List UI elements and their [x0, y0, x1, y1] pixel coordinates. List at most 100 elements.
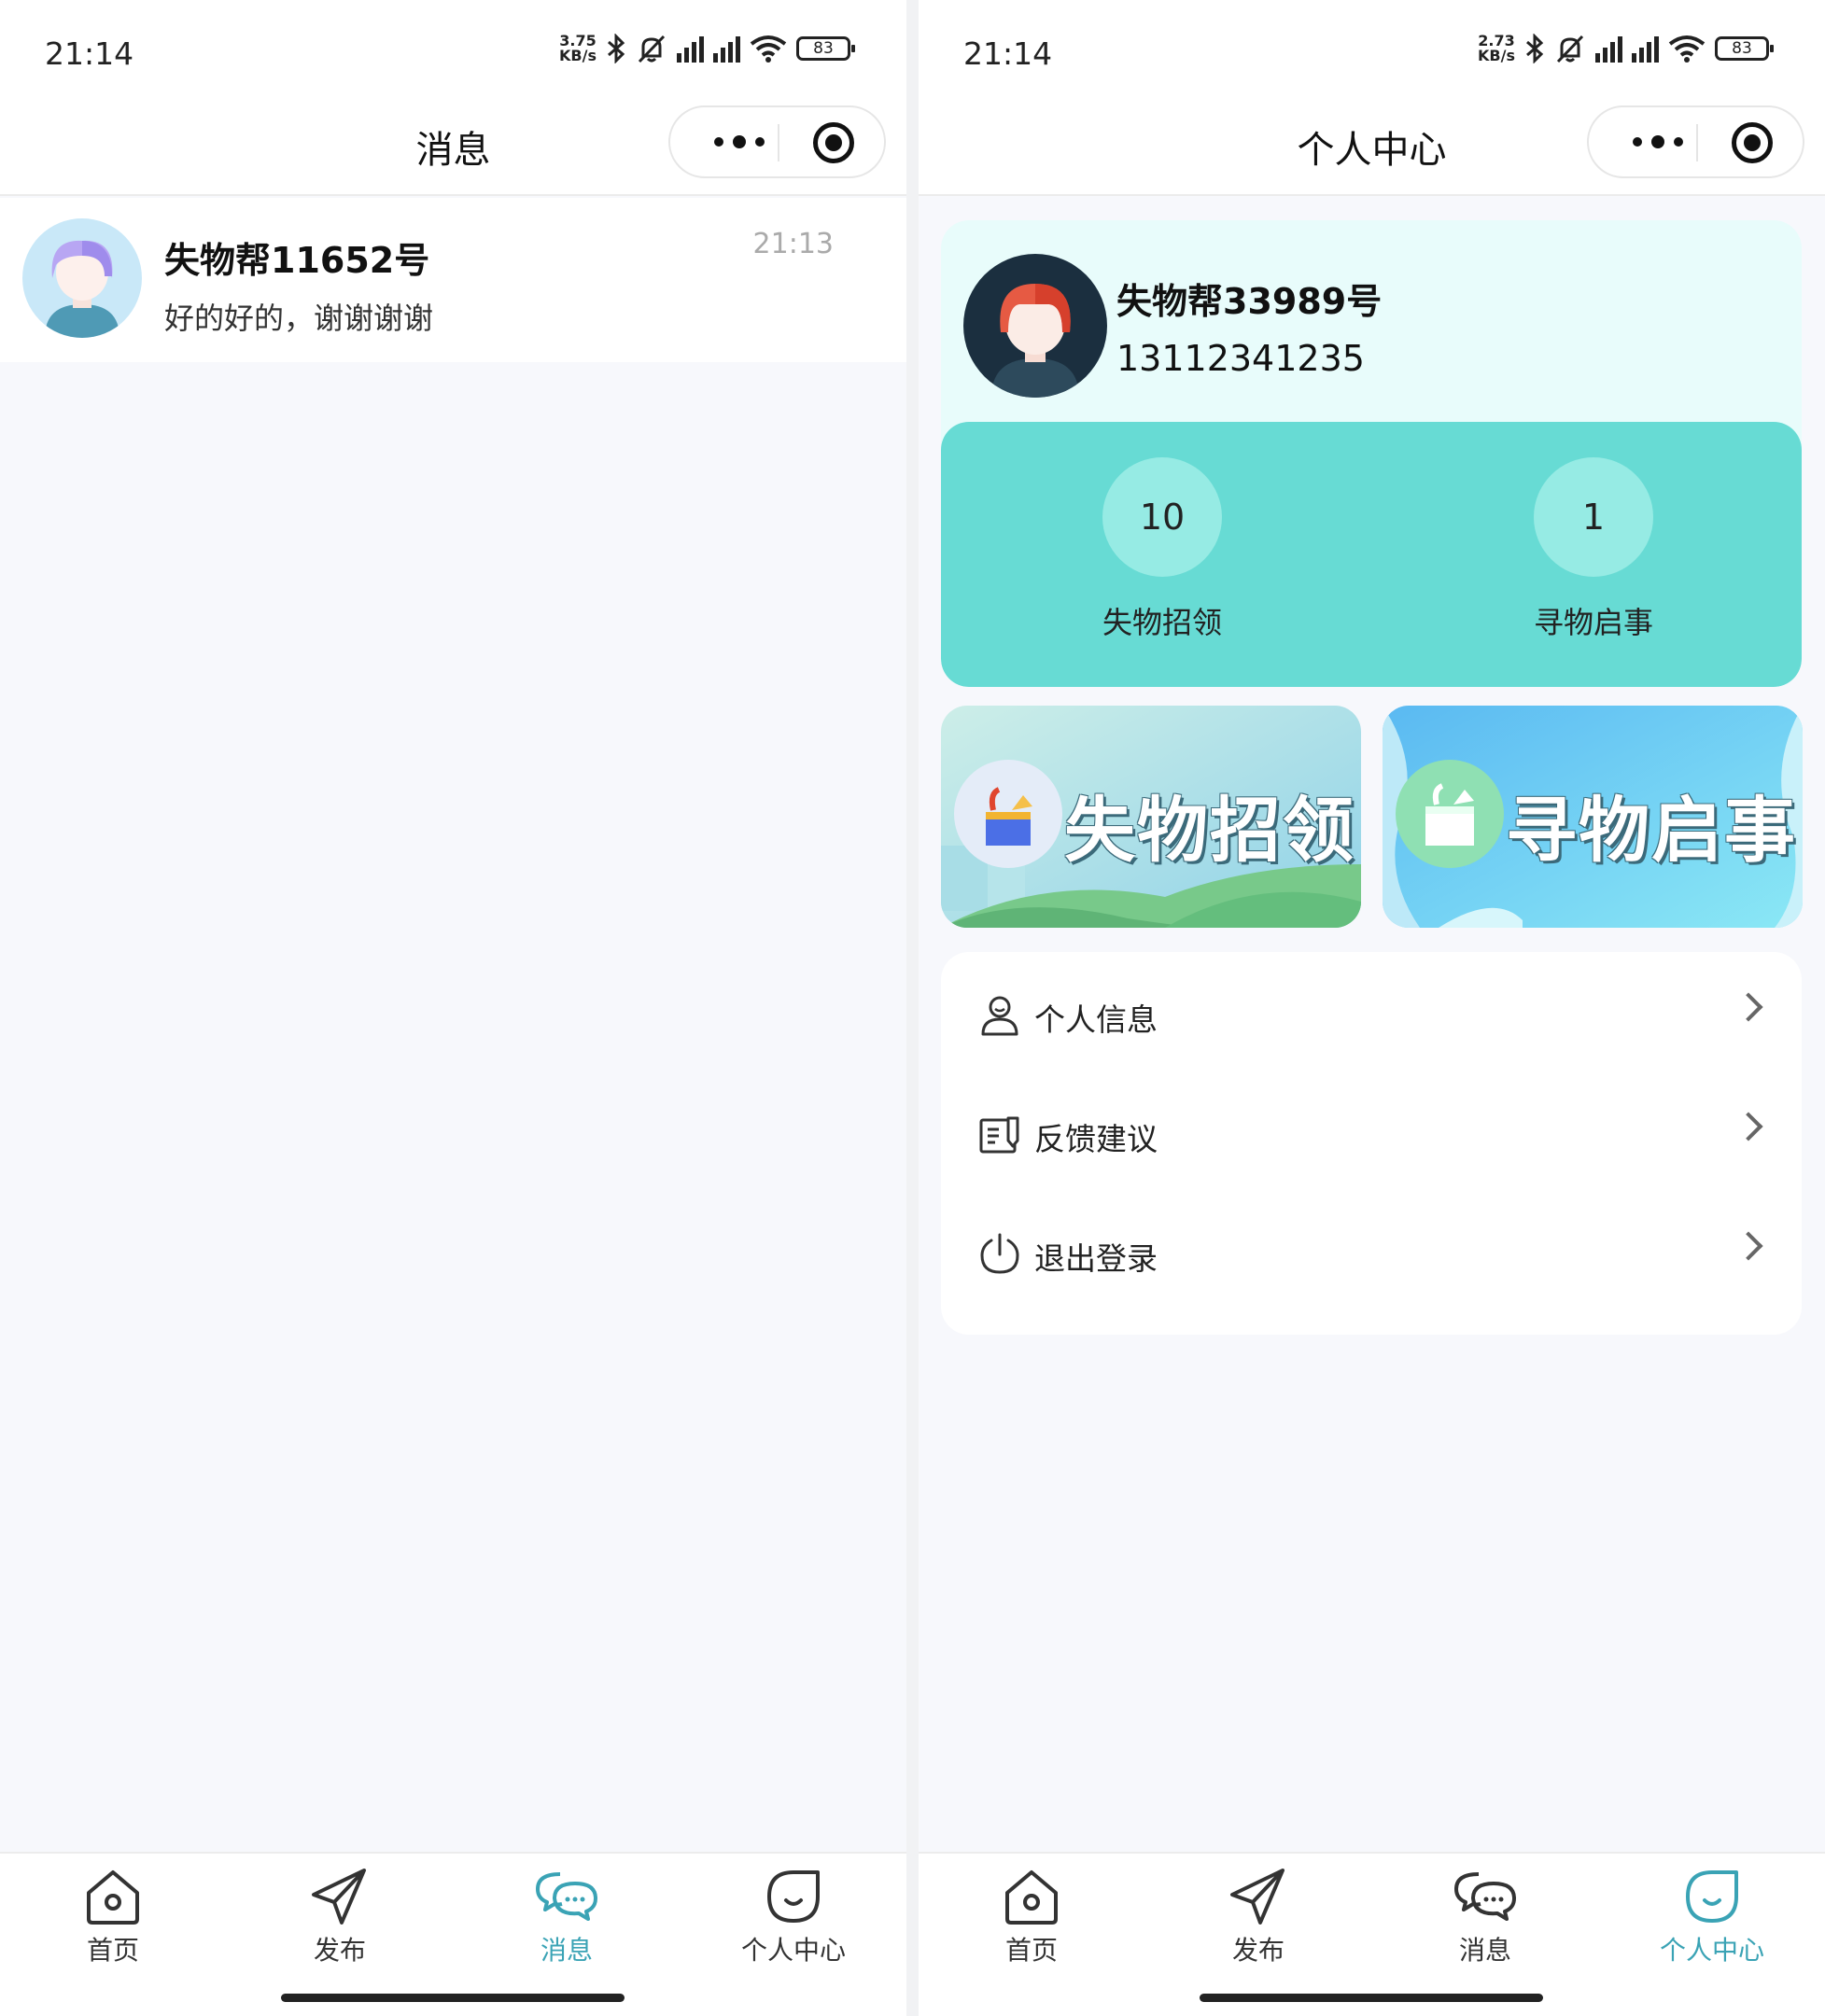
- capsule-divider: [1696, 124, 1698, 161]
- dot-icon: [733, 135, 746, 148]
- home-indicator[interactable]: [1200, 1994, 1543, 2002]
- network-speed: 3.75 KB/s: [559, 34, 597, 63]
- tab-label: 消息: [540, 1935, 593, 1966]
- power-icon: [980, 1233, 1019, 1274]
- chat-bubbles-icon: [1454, 1872, 1516, 1921]
- tab-bar: 首页 发布 消息 个人中心: [919, 1852, 1825, 2016]
- close-mini-program-button[interactable]: [813, 122, 854, 163]
- home-icon: [87, 1870, 139, 1925]
- status-bar: 21:14 2.73 KB/s 83: [919, 0, 1825, 103]
- chevron-right-icon: [1734, 1112, 1763, 1141]
- menu-item-profile-info[interactable]: 个人信息: [941, 952, 1802, 1071]
- chat-bubbles-icon: [536, 1872, 597, 1921]
- stats-panel: 10 失物招领 1 寻物启事: [941, 422, 1802, 687]
- avatar: [22, 218, 142, 338]
- stat-lost-found[interactable]: 10 失物招领: [1060, 457, 1265, 642]
- tab-bar: 首页 发布 消息 个人中心: [0, 1852, 906, 2016]
- status-icons: 2.73 KB/s 83: [1478, 34, 1774, 63]
- profile-card: 失物帮33989号 13112341235 10 失物招领 1 寻物启事: [941, 220, 1802, 687]
- battery-icon: 83: [796, 36, 855, 61]
- banner-title: 失物招领: [1064, 789, 1355, 872]
- dot-icon: [755, 137, 765, 147]
- feedback-icon: [979, 1116, 1019, 1154]
- lost-box-icon: [954, 760, 1062, 868]
- tab-messages[interactable]: 消息: [487, 1867, 646, 1969]
- tab-label: 首页: [1004, 1935, 1058, 1966]
- smile-profile-icon: [1686, 1870, 1738, 1923]
- wifi-icon: [750, 35, 787, 63]
- menu-label: 退出登录: [1034, 1240, 1158, 1277]
- tab-label: 个人中心: [1659, 1935, 1764, 1966]
- tab-publish[interactable]: 发布: [1179, 1867, 1338, 1969]
- signal-icon: [677, 35, 704, 63]
- signal-icon: [713, 35, 740, 63]
- smile-profile-icon: [767, 1870, 820, 1923]
- menu-item-logout[interactable]: 退出登录: [941, 1191, 1802, 1310]
- conversation-time: 21:13: [752, 228, 834, 260]
- stat-count: 1: [1534, 457, 1653, 577]
- dot-icon: [1651, 135, 1664, 148]
- chevron-right-icon: [1734, 992, 1763, 1022]
- user-icon: [981, 996, 1018, 1036]
- screen-divider: [906, 0, 919, 2016]
- more-menu-button[interactable]: [698, 107, 780, 176]
- conversation-preview: 好的好的，谢谢谢谢: [164, 301, 434, 336]
- tab-home[interactable]: 首页: [34, 1867, 192, 1969]
- dot-icon: [1674, 137, 1683, 147]
- status-icons: 3.75 KB/s 83: [559, 34, 855, 63]
- tab-label: 消息: [1458, 1935, 1511, 1966]
- stat-label: 失物招领: [1102, 605, 1222, 640]
- conversation-item[interactable]: 失物帮11652号 好的好的，谢谢谢谢 21:13: [0, 198, 906, 362]
- settings-menu: 个人信息 反馈建议 退出登录: [941, 952, 1802, 1335]
- tab-label: 发布: [1231, 1935, 1285, 1966]
- bluetooth-icon: [608, 34, 625, 63]
- bluetooth-icon: [1526, 34, 1544, 63]
- signal-icon: [1595, 35, 1622, 63]
- lost-found-banner[interactable]: 失物招领: [941, 706, 1361, 928]
- stat-search-notice[interactable]: 1 寻物启事: [1491, 457, 1696, 642]
- nav-bar: 消息: [0, 103, 906, 196]
- tab-label: 发布: [313, 1935, 366, 1966]
- more-menu-button[interactable]: [1617, 107, 1699, 176]
- network-speed: 2.73 KB/s: [1478, 34, 1515, 63]
- tab-profile[interactable]: 个人中心: [1633, 1867, 1791, 1969]
- menu-label: 反馈建议: [1034, 1121, 1158, 1157]
- tab-profile[interactable]: 个人中心: [714, 1867, 873, 1969]
- mute-bell-icon: [638, 35, 666, 63]
- tab-home[interactable]: 首页: [952, 1867, 1111, 1969]
- stat-label: 寻物启事: [1533, 605, 1653, 640]
- mini-program-capsule: [668, 105, 886, 178]
- menu-label: 个人信息: [1034, 1001, 1158, 1038]
- stat-count: 10: [1102, 457, 1222, 577]
- paper-plane-icon: [312, 1869, 366, 1925]
- messages-screen: 21:14 3.75 KB/s 83 消息 失物帮11652号 好的好的，谢谢谢…: [0, 0, 906, 2016]
- dot-icon: [1633, 137, 1642, 147]
- tab-label: 个人中心: [740, 1935, 846, 1966]
- status-bar: 21:14 3.75 KB/s 83: [0, 0, 906, 103]
- speed-unit: KB/s: [559, 47, 597, 64]
- dot-icon: [714, 137, 723, 147]
- mute-bell-icon: [1556, 35, 1584, 63]
- close-mini-program-button[interactable]: [1732, 122, 1773, 163]
- conversation-name: 失物帮11652号: [164, 240, 430, 281]
- tab-publish[interactable]: 发布: [260, 1867, 419, 1969]
- status-time: 21:14: [45, 35, 134, 72]
- tab-messages[interactable]: 消息: [1406, 1867, 1565, 1969]
- profile-phone: 13112341235: [1116, 338, 1365, 379]
- avatar[interactable]: [963, 254, 1107, 398]
- banner-title: 寻物启事: [1506, 789, 1797, 872]
- tab-label: 首页: [86, 1935, 139, 1966]
- signal-icon: [1632, 35, 1659, 63]
- nav-bar: 个人中心: [919, 103, 1825, 196]
- paper-plane-icon: [1230, 1869, 1285, 1925]
- home-icon: [1005, 1870, 1058, 1925]
- search-box-icon: [1396, 760, 1504, 868]
- battery-icon: 83: [1715, 36, 1774, 61]
- profile-screen: 21:14 2.73 KB/s 83 个人中心 失物帮33989号 131123…: [919, 0, 1825, 2016]
- mini-program-capsule: [1587, 105, 1804, 178]
- menu-item-feedback[interactable]: 反馈建议: [941, 1071, 1802, 1191]
- status-time: 21:14: [963, 35, 1053, 72]
- home-indicator[interactable]: [281, 1994, 625, 2002]
- wifi-icon: [1668, 35, 1706, 63]
- search-notice-banner[interactable]: 寻物启事: [1383, 706, 1803, 928]
